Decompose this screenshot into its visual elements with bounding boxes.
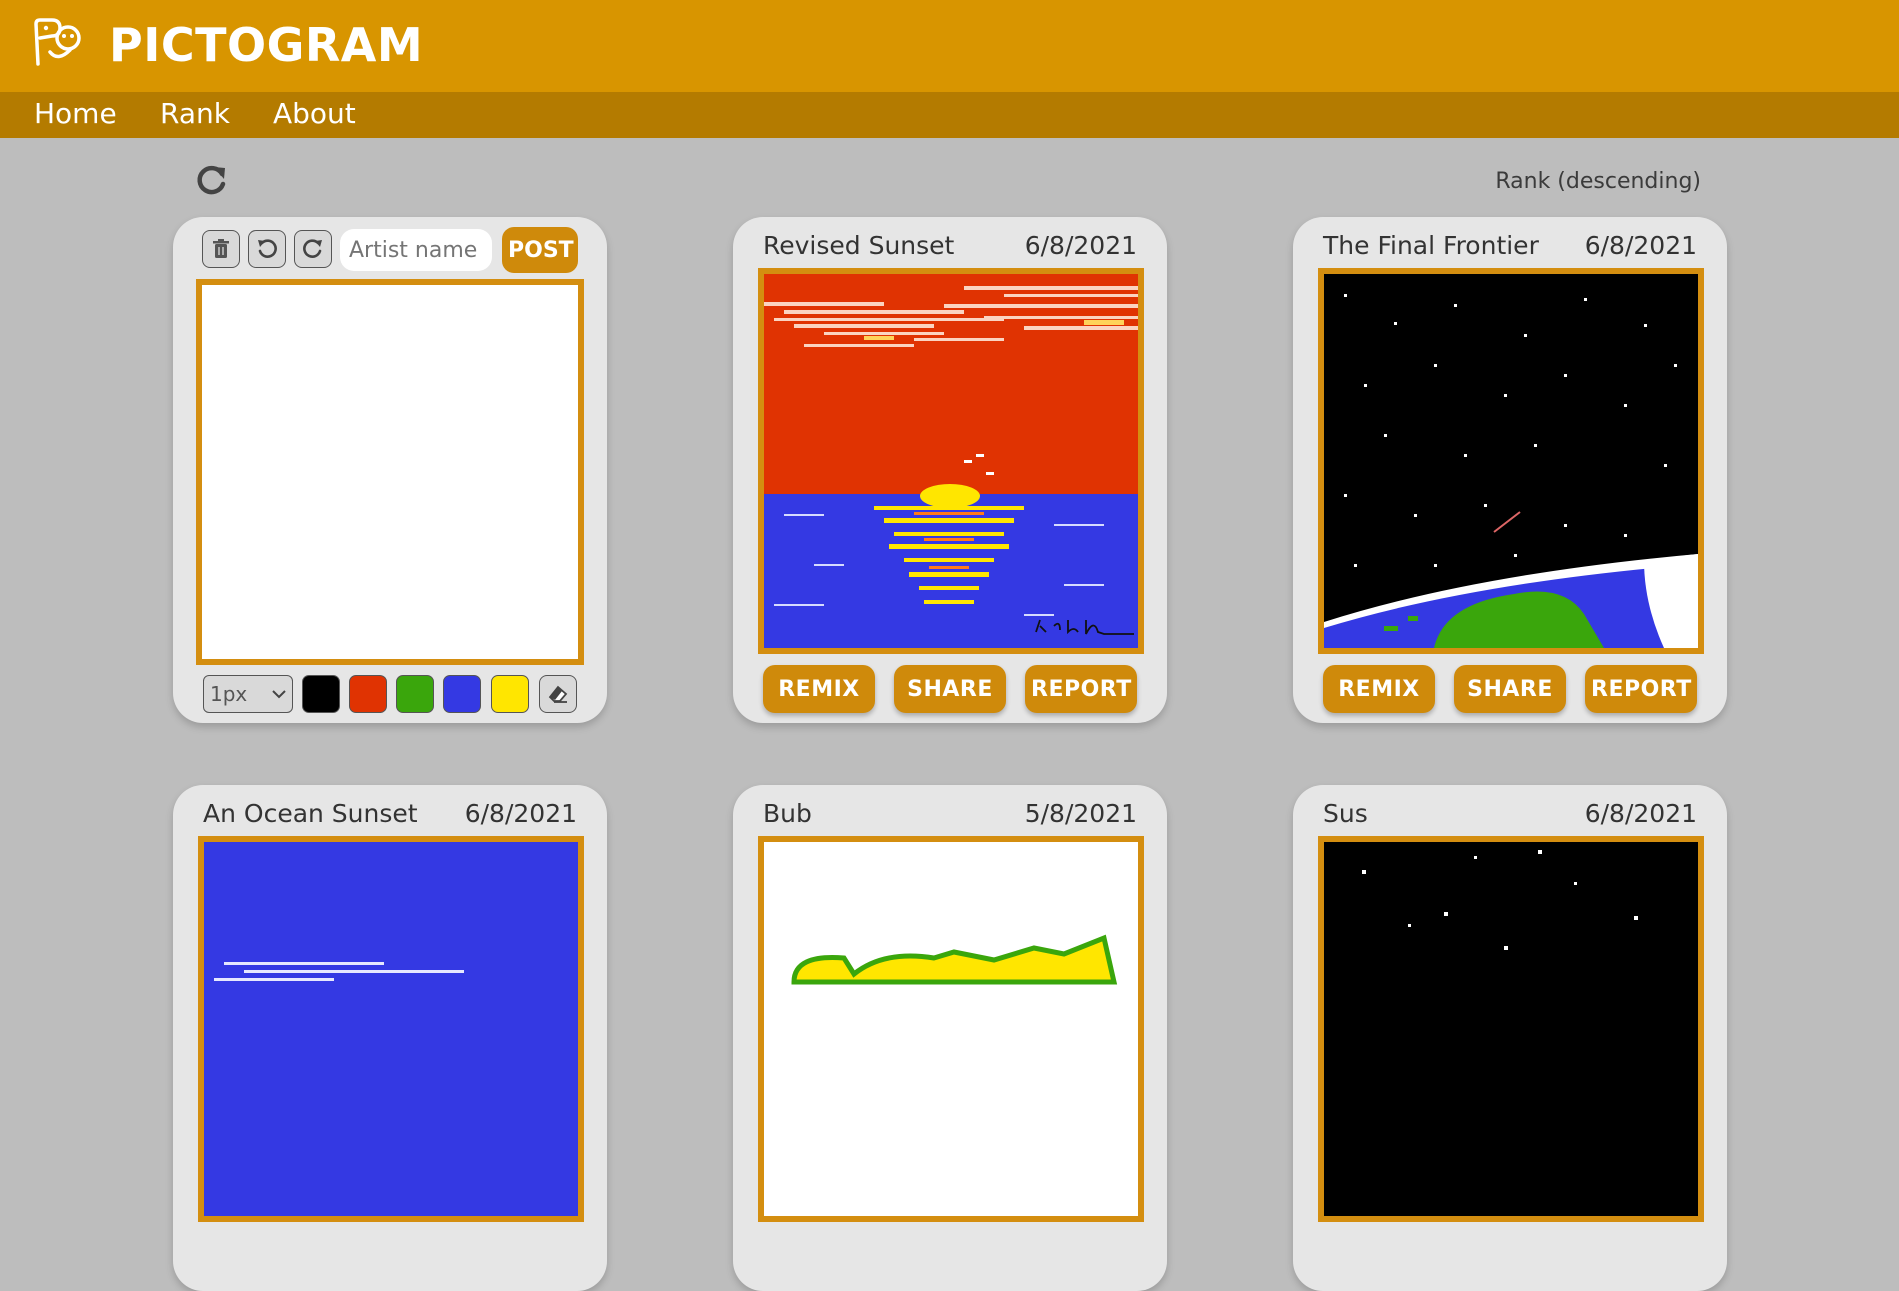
- color-swatch-red[interactable]: [349, 675, 387, 713]
- remix-button[interactable]: REMIX: [763, 665, 875, 713]
- trash-icon: [213, 239, 229, 258]
- post-card: The Final Frontier 6/8/2021 REMIX SHARE …: [1293, 217, 1727, 723]
- eraser-button[interactable]: [539, 675, 577, 713]
- post-card: An Ocean Sunset 6/8/2021: [173, 785, 607, 1291]
- drawing-canvas[interactable]: [196, 279, 584, 665]
- post-title: The Final Frontier: [1323, 231, 1539, 260]
- color-swatch-black[interactable]: [302, 675, 340, 713]
- brush-size-value: 1px: [210, 682, 248, 706]
- clear-button[interactable]: [202, 230, 240, 268]
- share-button[interactable]: SHARE: [894, 665, 1006, 713]
- post-date: 6/8/2021: [464, 799, 577, 828]
- remix-button[interactable]: REMIX: [1323, 665, 1435, 713]
- nav-home[interactable]: Home: [34, 97, 117, 130]
- post-image: [758, 836, 1144, 1222]
- post-card: Sus 6/8/2021: [1293, 785, 1727, 1291]
- face-icon: [34, 18, 81, 66]
- redo-icon: [303, 239, 322, 258]
- brush-size-select[interactable]: 1px: [203, 675, 293, 713]
- share-button[interactable]: SHARE: [1454, 665, 1566, 713]
- post-date: 6/8/2021: [1024, 231, 1137, 260]
- undo-button[interactable]: [248, 230, 286, 268]
- app-title: PICTOGRAM: [109, 18, 424, 72]
- post-button[interactable]: POST: [502, 227, 578, 273]
- main-nav: Home Rank About: [0, 92, 1899, 138]
- color-swatch-green[interactable]: [396, 675, 434, 713]
- composer-card: POST 1px: [173, 217, 607, 723]
- post-date: 6/8/2021: [1584, 231, 1697, 260]
- post-title: Bub: [763, 799, 812, 828]
- post-image: [198, 836, 584, 1222]
- post-title: An Ocean Sunset: [203, 799, 418, 828]
- post-image: [1318, 836, 1704, 1222]
- app-header: PICTOGRAM: [0, 0, 1899, 92]
- refresh-icon[interactable]: [195, 163, 229, 197]
- color-swatch-blue[interactable]: [443, 675, 481, 713]
- chevron-down-icon: [272, 690, 286, 699]
- redo-button[interactable]: [294, 230, 332, 268]
- post-image: [1318, 268, 1704, 654]
- report-button[interactable]: REPORT: [1585, 665, 1697, 713]
- post-title: Sus: [1323, 799, 1368, 828]
- artist-name-input[interactable]: [340, 229, 492, 271]
- post-date: 5/8/2021: [1024, 799, 1137, 828]
- color-swatch-yellow[interactable]: [491, 675, 529, 713]
- nav-about[interactable]: About: [273, 97, 356, 130]
- nav-rank[interactable]: Rank: [160, 97, 230, 130]
- post-date: 6/8/2021: [1584, 799, 1697, 828]
- undo-icon: [258, 239, 277, 258]
- post-card: Bub 5/8/2021: [733, 785, 1167, 1291]
- post-title: Revised Sunset: [763, 231, 955, 260]
- sort-dropdown[interactable]: Rank (descending): [1495, 169, 1701, 194]
- eraser-icon: [548, 685, 568, 703]
- post-image: [758, 268, 1144, 654]
- report-button[interactable]: REPORT: [1025, 665, 1137, 713]
- post-card: Revised Sunset 6/8/2021 REMIX SHARE REPO…: [733, 217, 1167, 723]
